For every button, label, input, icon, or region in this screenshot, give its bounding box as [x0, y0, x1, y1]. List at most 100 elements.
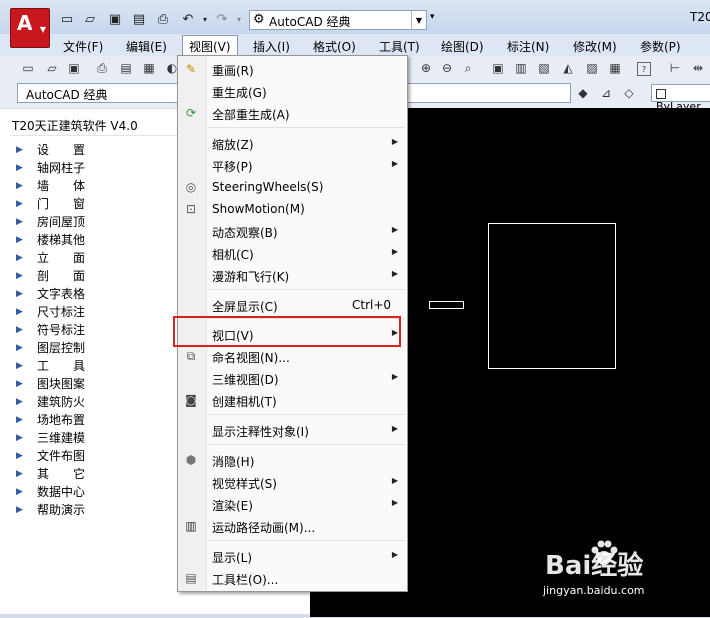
workspace-switcher[interactable]: ⚙ AutoCAD 经典 ▼ — [249, 10, 427, 30]
menu-modify[interactable]: 修改(M) — [573, 38, 617, 55]
menu-item-orbit[interactable]: 动态观察(B) ▶ — [178, 220, 407, 242]
menu-insert[interactable]: 插入(I) — [253, 38, 290, 55]
menu-dimension[interactable]: 标注(N) — [507, 38, 549, 55]
undo-dropdown-icon[interactable]: ▾ — [196, 11, 214, 27]
application-menu-button[interactable]: A ▼ — [10, 8, 50, 48]
palette-item[interactable]: ▶ 图层控制 — [16, 339, 85, 357]
expand-arrow-icon: ▶ — [16, 325, 23, 335]
save-icon[interactable]: ▣ — [66, 60, 82, 76]
open-file-icon[interactable]: ▱ — [81, 11, 99, 27]
menu-item-toolbars[interactable]: ▤ 工具栏(O)... — [178, 567, 407, 589]
new-icon[interactable]: ▭ — [20, 60, 36, 76]
make-current-layer-icon[interactable]: ⊿ — [598, 85, 614, 101]
menu-item-walk-fly[interactable]: 漫游和飞行(K) ▶ — [178, 264, 407, 286]
drawn-small-rectangle[interactable] — [429, 301, 464, 309]
markup-icon[interactable]: ▨ — [584, 60, 600, 76]
help-icon[interactable]: ? — [637, 62, 651, 76]
menu-item-steeringwheels[interactable]: ◎ SteeringWheels(S) — [178, 176, 407, 198]
expand-arrow-icon: ▶ — [16, 487, 23, 497]
gear-icon: ⚙ — [253, 12, 265, 27]
menu-item-zoom[interactable]: 缩放(Z) ▶ — [178, 132, 407, 154]
menu-item-redraw[interactable]: ✎ 重画(R) — [178, 58, 407, 80]
chevron-down-icon[interactable]: ▼ — [411, 11, 426, 29]
layer-previous-icon[interactable]: ◇ — [621, 85, 637, 101]
zoom-previous-icon[interactable]: ⌕ — [460, 60, 476, 76]
aligned-dim-icon[interactable]: ⇹ — [690, 60, 706, 76]
save-icon[interactable]: ▣ — [106, 11, 124, 27]
drawn-rectangle[interactable] — [488, 223, 616, 369]
layer-dropdown-icon[interactable]: ◆ — [575, 85, 591, 101]
redo-icon[interactable]: ↷ — [213, 11, 231, 27]
tool-palettes-icon[interactable]: ▧ — [536, 60, 552, 76]
menu-item-regen[interactable]: 重生成(G) — [178, 80, 407, 102]
menu-item-motion-path[interactable]: ▥ 运动路径动画(M)... — [178, 515, 407, 537]
submenu-arrow-icon: ▶ — [391, 372, 398, 381]
menu-item-render[interactable]: 渲染(E) ▶ — [178, 493, 407, 515]
palette-item[interactable]: ▶ 设 置 — [16, 141, 85, 159]
calculator-icon[interactable]: ▦ — [607, 60, 623, 76]
palette-item-label: 尺寸标注 — [37, 305, 86, 319]
palette-item[interactable]: ▶ 房间屋顶 — [16, 213, 85, 231]
palette-item[interactable]: ▶ 尺寸标注 — [16, 303, 85, 321]
menu-item-pan[interactable]: 平移(P) ▶ — [178, 154, 407, 176]
highlight-box — [173, 316, 401, 347]
sheet-set-icon[interactable]: ◭ — [560, 60, 576, 76]
linear-dim-icon[interactable]: ⊢ — [667, 60, 683, 76]
menu-item-named-views[interactable]: ⧉ 命名视图(N)... — [178, 345, 407, 367]
expand-arrow-icon: ▶ — [16, 451, 23, 461]
menu-edit[interactable]: 编辑(E) — [126, 38, 167, 55]
palette-item[interactable]: ▶ 墙 体 — [16, 177, 85, 195]
menu-item-create-camera[interactable]: ◙ 创建相机(T) — [178, 389, 407, 411]
zoom-realtime-icon[interactable]: ⊕ — [418, 60, 434, 76]
expand-arrow-icon: ▶ — [16, 253, 23, 263]
palette-item[interactable]: ▶ 文字表格 — [16, 285, 85, 303]
new-file-icon[interactable]: ▭ — [58, 11, 76, 27]
palette-item[interactable]: ▶ 数据中心 — [16, 483, 85, 501]
palette-item[interactable]: ▶ 门 窗 — [16, 195, 85, 213]
redo-dropdown-icon[interactable]: ▾ — [230, 11, 248, 27]
menu-view[interactable]: 视图(V) — [182, 35, 238, 56]
print-icon[interactable]: ⎙ — [154, 11, 172, 27]
palette-item[interactable]: ▶ 建筑防火 — [16, 393, 85, 411]
menu-item-regen-all[interactable]: ⟳ 全部重生成(A) — [178, 102, 407, 124]
palette-item[interactable]: ▶ 其 它 — [16, 465, 85, 483]
palette-item[interactable]: ▶ 图块图案 — [16, 375, 85, 393]
menu-item-visual-styles[interactable]: 视觉样式(S) ▶ — [178, 471, 407, 493]
menu-item-showmotion[interactable]: ⊡ ShowMotion(M) — [178, 198, 407, 220]
menu-format[interactable]: 格式(O) — [313, 38, 356, 55]
save-as-icon[interactable]: ▤ — [130, 11, 148, 27]
zoom-window-icon[interactable]: ⊖ — [439, 60, 455, 76]
palette-item[interactable]: ▶ 楼梯其他 — [16, 231, 85, 249]
menu-item-3d-views[interactable]: 三维视图(D) ▶ — [178, 367, 407, 389]
palette-item[interactable]: ▶ 帮助演示 — [16, 501, 85, 519]
design-center-icon[interactable]: ▥ — [513, 60, 529, 76]
open-icon[interactable]: ▱ — [44, 60, 60, 76]
menu-item-camera[interactable]: 相机(C) ▶ — [178, 242, 407, 264]
palette-item[interactable]: ▶ 轴网柱子 — [16, 159, 85, 177]
menu-item-annotation-objects[interactable]: 显示注释性对象(I) ▶ — [178, 419, 407, 441]
menu-file[interactable]: 文件(F) — [63, 38, 103, 55]
customize-quick-access-icon[interactable]: ▾ — [430, 12, 435, 22]
plot-icon[interactable]: ⎙ — [94, 60, 110, 76]
properties-icon[interactable]: ▣ — [490, 60, 506, 76]
color-control[interactable]: ByLayer — [651, 84, 710, 113]
menu-parameters[interactable]: 参数(P) — [640, 38, 681, 55]
menu-item-label: 命名视图(N)... — [212, 351, 290, 365]
workspace-select[interactable]: AutoCAD 经典 — [17, 83, 179, 103]
palette-item[interactable]: ▶ 剖 面 — [16, 267, 85, 285]
menu-item-fullscreen[interactable]: 全屏显示(C) Ctrl+0 — [178, 294, 407, 316]
menu-tools[interactable]: 工具(T) — [379, 38, 420, 55]
palette-item[interactable]: ▶ 场地布置 — [16, 411, 85, 429]
palette-item[interactable]: ▶ 符号标注 — [16, 321, 85, 339]
plot-preview-icon[interactable]: ▤ — [118, 60, 134, 76]
palette-item[interactable]: ▶ 三维建模 — [16, 429, 85, 447]
palette-item[interactable]: ▶ 文件布图 — [16, 447, 85, 465]
publish-icon[interactable]: ▦ — [141, 60, 157, 76]
undo-icon[interactable]: ↶ — [179, 11, 197, 27]
menu-draw[interactable]: 绘图(D) — [441, 38, 484, 55]
palette-item[interactable]: ▶ 立 面 — [16, 249, 85, 267]
layer-select[interactable] — [401, 83, 571, 103]
menu-item-hide[interactable]: ⬢ 消隐(H) — [178, 449, 407, 471]
palette-item[interactable]: ▶ 工 具 — [16, 357, 85, 375]
menu-item-display[interactable]: 显示(L) ▶ — [178, 545, 407, 567]
